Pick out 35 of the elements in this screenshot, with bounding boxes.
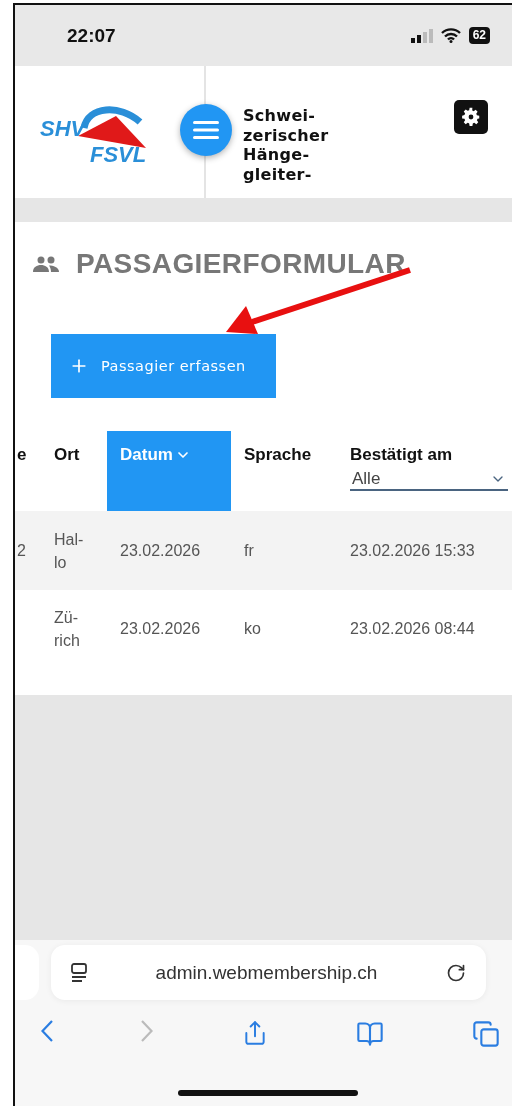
table-cell: ko [244, 619, 261, 638]
status-time: 22:07 [67, 24, 117, 47]
column-header[interactable]: Ort [42, 431, 107, 511]
organization-title: Schwei- zerischer Hänge- gleiter- [243, 106, 329, 186]
signal-icon [410, 28, 433, 43]
filter-select[interactable]: Alle [350, 469, 508, 491]
forward-icon [141, 1020, 154, 1042]
book-icon [355, 1020, 384, 1048]
table-cell-text: Hal-lo [54, 529, 85, 573]
tabs-icon [472, 1020, 500, 1048]
settings-button[interactable] [454, 100, 488, 134]
table-cell: 23.02.2026 08:44 [350, 619, 475, 638]
address-bar[interactable]: admin.webmembership.ch [51, 945, 486, 1000]
page-title: PASSAGIERFORMULAR [76, 248, 406, 280]
wifi-icon [440, 28, 461, 43]
table-cell: fr [244, 541, 254, 560]
table-cell: 23.02.2026 15:33 [350, 541, 475, 560]
page-menu-icon [71, 962, 87, 983]
column-header[interactable]: e [15, 431, 42, 511]
menu-icon [193, 120, 219, 140]
column-header[interactable]: Bestätigt am Alle [337, 431, 512, 511]
url-text: admin.webmembership.ch [155, 961, 378, 984]
menu-button[interactable] [180, 104, 232, 156]
table-cell: 23.02.2026 [120, 541, 201, 560]
tabs-button[interactable] [472, 1020, 500, 1048]
reload-icon[interactable] [446, 962, 466, 983]
back-icon [41, 1020, 53, 1042]
people-icon [32, 256, 60, 272]
table-cell: 2 [17, 541, 26, 560]
battery-icon: 62 [468, 27, 490, 44]
table-cell: 23.02.2026 [120, 619, 201, 638]
table-cell-text: Zü-rich [54, 607, 81, 651]
column-header[interactable]: Sprache [231, 431, 337, 511]
settings-icon [460, 106, 482, 128]
bookmarks-button[interactable] [355, 1020, 384, 1048]
